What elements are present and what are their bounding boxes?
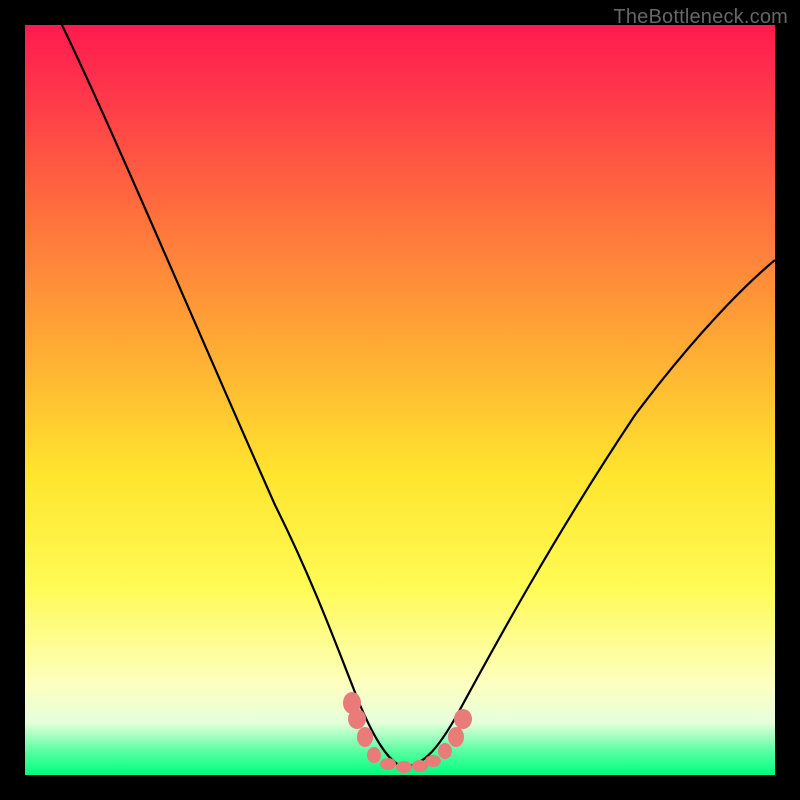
marker-dot (348, 709, 366, 729)
marker-dot (438, 743, 452, 759)
marker-dot (454, 709, 472, 729)
marker-dot (380, 758, 396, 770)
marker-dot (367, 747, 381, 763)
right-curve (405, 260, 775, 767)
marker-dot (448, 727, 464, 747)
left-curve (62, 25, 405, 767)
marker-dot (357, 727, 373, 747)
bottom-markers-group (343, 692, 472, 773)
marker-dot (396, 761, 412, 773)
plot-area (25, 25, 775, 775)
chart-frame: TheBottleneck.com (0, 0, 800, 800)
watermark-text: TheBottleneck.com (613, 6, 788, 29)
curve-overlay (25, 25, 775, 775)
marker-dot (425, 755, 441, 767)
